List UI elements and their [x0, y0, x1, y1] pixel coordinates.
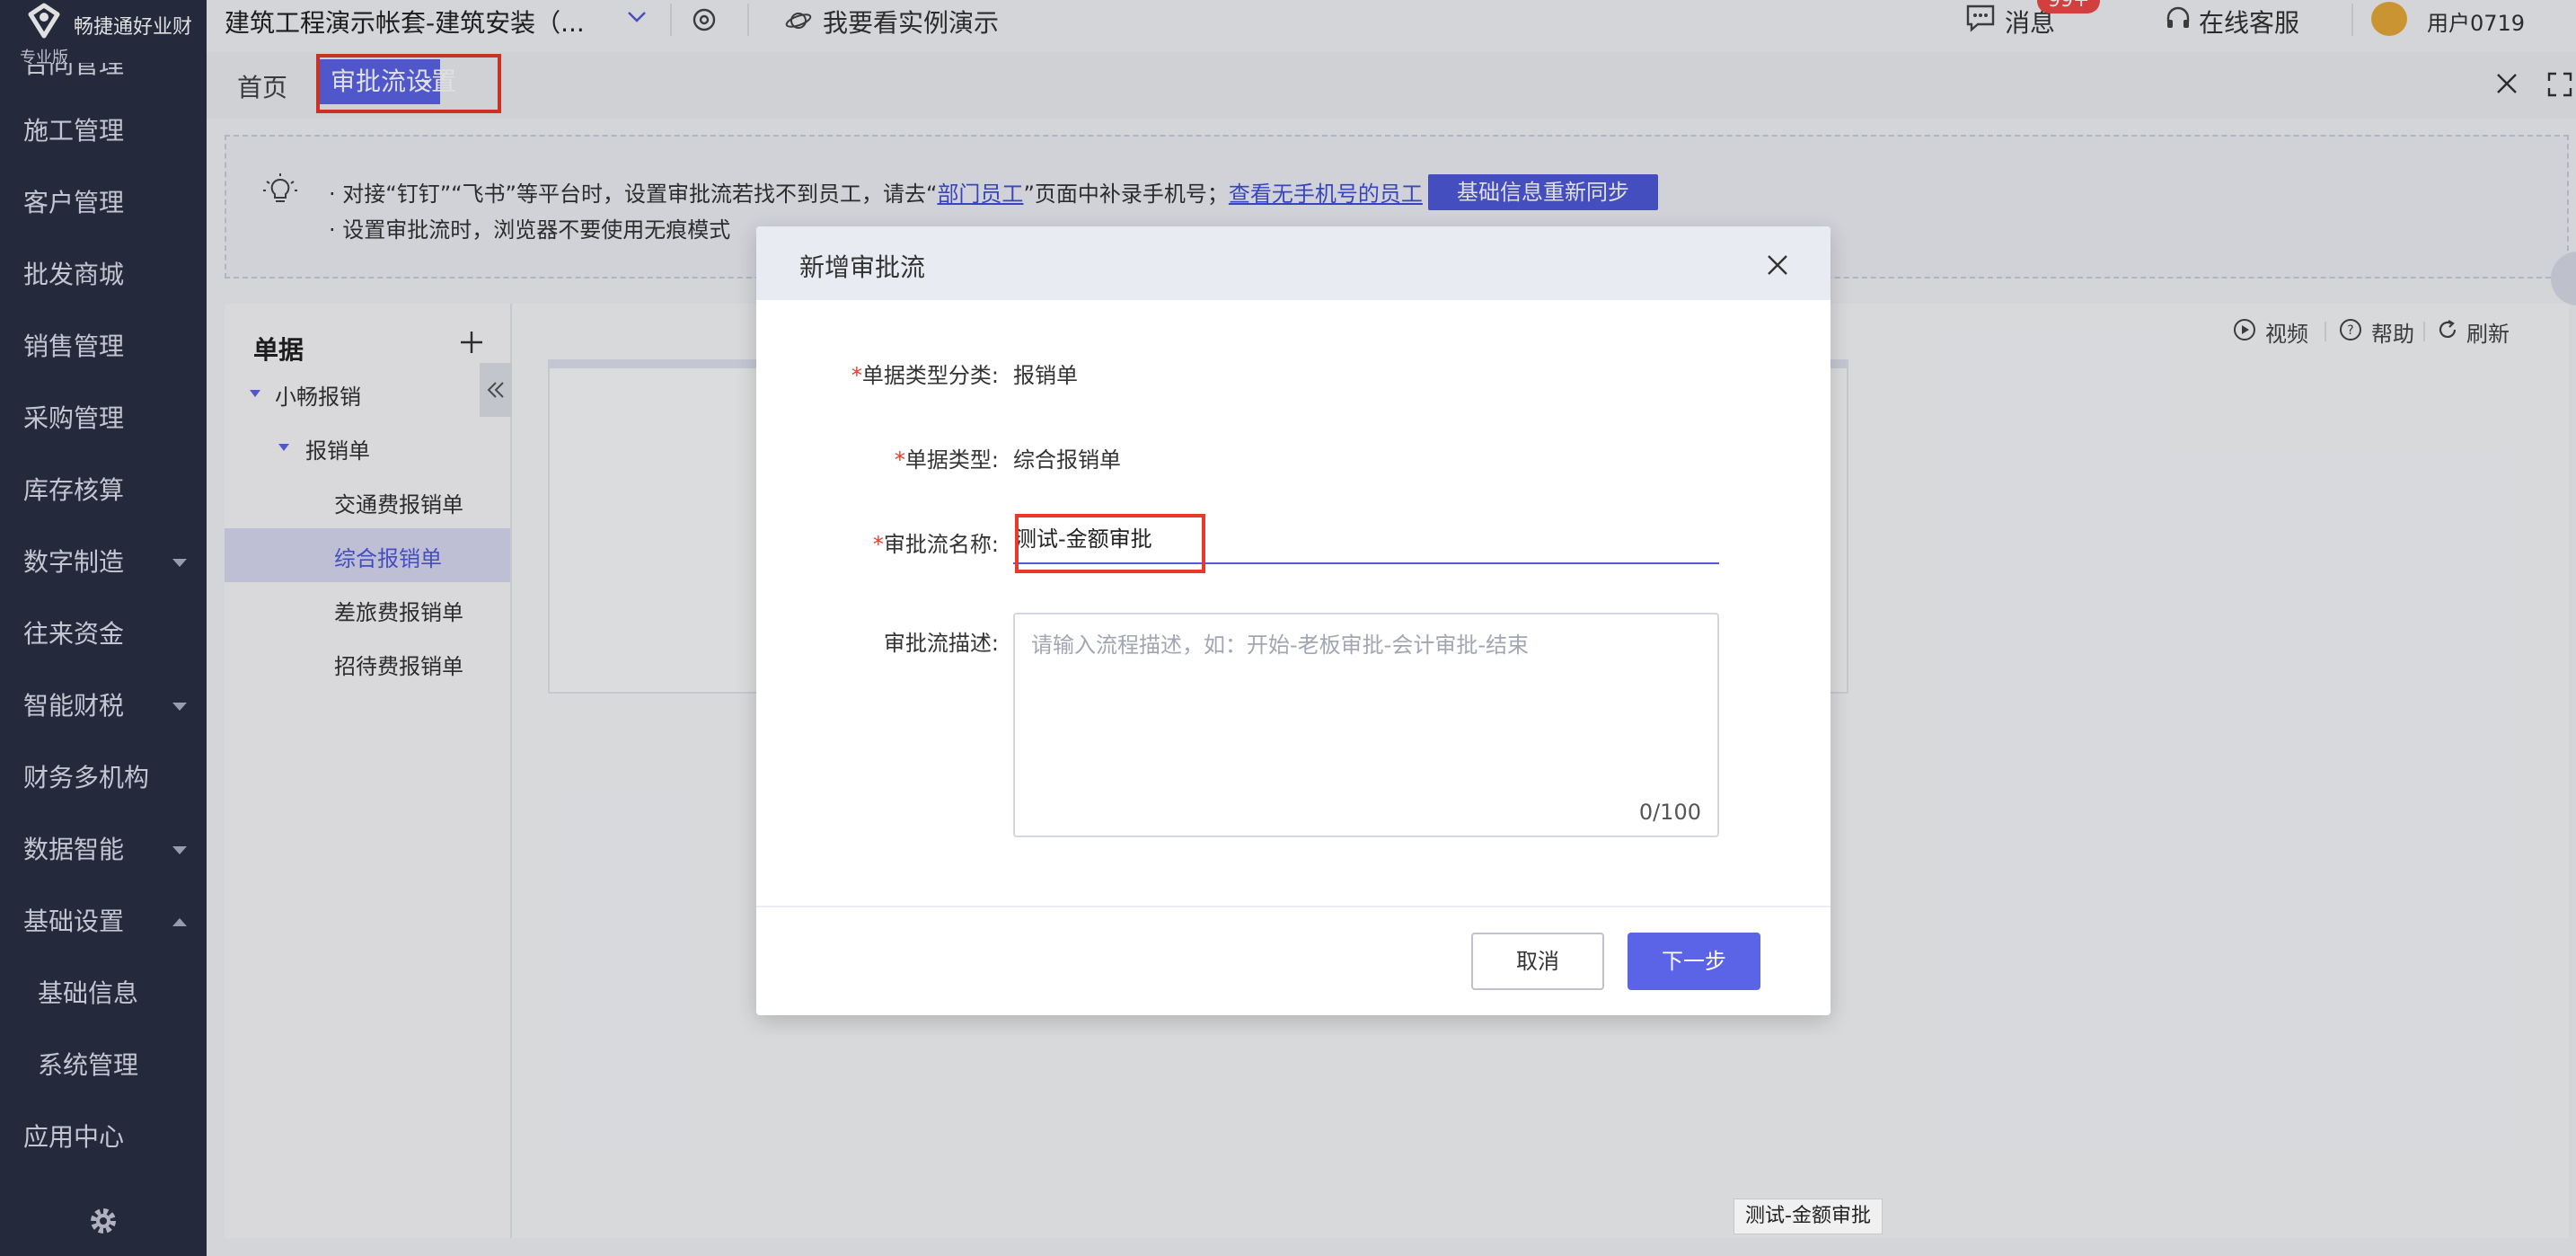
type-value: 综合报销单 [1013, 447, 1121, 473]
divider [756, 906, 1831, 907]
next-step-button[interactable]: 下一步 [1628, 933, 1760, 990]
tooltip: 测试-金额审批 [1734, 1199, 1883, 1234]
highlight-outline [1015, 514, 1205, 573]
dialog-title: 新增审批流 [799, 252, 926, 282]
category-value: 报销单 [1013, 363, 1078, 388]
category-label: *单据类型分类: [851, 363, 999, 388]
character-count: 0/100 [1638, 800, 1701, 825]
flow-name-label: *审批流名称: [872, 532, 999, 557]
description-textarea[interactable] [1015, 615, 1717, 836]
new-approval-flow-dialog: 新增审批流 *单据类型分类: 报销单 *单据类型: 综合报销单 *审批流名称: … [756, 226, 1831, 1015]
close-icon[interactable] [1766, 253, 1789, 277]
description-label: 审批流描述: [883, 631, 999, 656]
dialog-header: 新增审批流 [756, 226, 1831, 300]
type-label: *单据类型: [894, 447, 999, 473]
cancel-button[interactable]: 取消 [1471, 933, 1604, 990]
description-box: 0/100 [1013, 613, 1719, 837]
